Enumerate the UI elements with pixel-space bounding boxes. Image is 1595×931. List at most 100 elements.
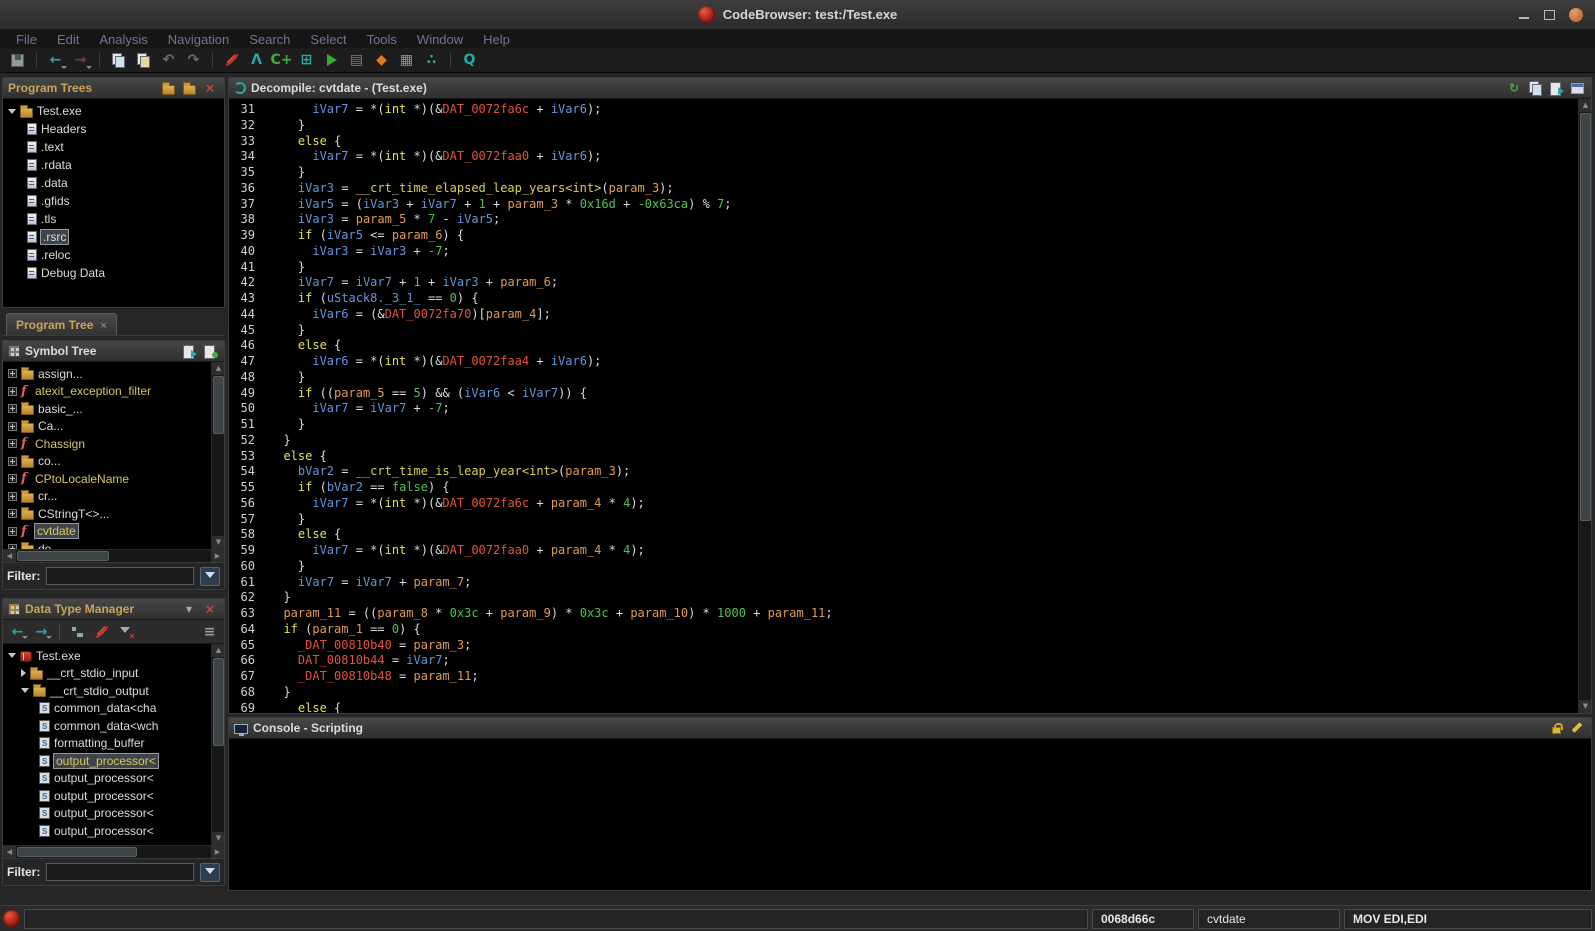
symbol-node[interactable]: assign... (3, 365, 224, 383)
scroll-right-icon[interactable] (211, 846, 224, 858)
snapshot-button[interactable] (1547, 80, 1565, 96)
tree-node[interactable]: Headers (3, 120, 224, 138)
lattice-button[interactable]: ⊞ (295, 50, 318, 71)
code-line[interactable]: 65 _DAT_00810b40 = param_3; (233, 638, 1577, 654)
scroll-up-icon[interactable] (212, 362, 224, 375)
tab-program-tree[interactable]: Program Tree (6, 313, 117, 335)
code-line[interactable]: 50 iVar7 = iVar7 + -7; (233, 401, 1577, 417)
code-line[interactable]: 48 } (233, 370, 1577, 386)
code-line[interactable]: 58 else { (233, 527, 1577, 543)
tree-node[interactable]: .gfids (3, 192, 224, 210)
search-cursor-button[interactable]: Q (458, 50, 481, 71)
console-output[interactable] (229, 739, 1591, 890)
code-line[interactable]: 52 } (233, 433, 1577, 449)
expander-icon[interactable] (8, 491, 17, 501)
code-line[interactable]: 51 } (233, 417, 1577, 433)
code-line[interactable]: 56 iVar7 = *(int *)(&DAT_0072fa6c + para… (233, 496, 1577, 512)
code-line[interactable]: 49 if ((param_5 == 5) && (iVar6 < iVar7)… (233, 386, 1577, 402)
tree-node[interactable]: .tls (3, 210, 224, 228)
decompile-vscrollbar[interactable] (1578, 99, 1591, 713)
expander-icon[interactable] (8, 474, 17, 484)
dtm-node[interactable]: formatting_buffer (3, 735, 224, 753)
menu-navigation[interactable]: Navigation (158, 32, 239, 47)
graph-button[interactable]: Λ (245, 50, 268, 71)
symbol-filter-input[interactable] (46, 567, 194, 585)
dtm-filter-clear-button[interactable] (115, 622, 136, 641)
code-line[interactable]: 47 iVar6 = *(int *)(&DAT_0072faa4 + iVar… (233, 354, 1577, 370)
code-line[interactable]: 41 } (233, 260, 1577, 276)
footprints-button[interactable]: ∴ (420, 50, 443, 71)
run-script-button[interactable] (320, 50, 343, 71)
expander-icon[interactable] (8, 509, 17, 519)
code-line[interactable]: 63 param_11 = ((param_8 * 0x3c + param_9… (233, 606, 1577, 622)
dtm-node-root[interactable]: Test.exe (3, 647, 224, 665)
scroll-thumb[interactable] (1580, 113, 1591, 521)
code-line[interactable]: 54 bVar2 = __crt_time_is_leap_year<int>(… (233, 464, 1577, 480)
scroll-right-icon[interactable] (211, 550, 224, 562)
symbol-node[interactable]: CStringT<>... (3, 505, 224, 523)
symbol-node[interactable]: Ca... (3, 418, 224, 436)
dtm-node[interactable]: output_processor< (3, 770, 224, 788)
code-line[interactable]: 62 } (233, 590, 1577, 606)
menu-tools[interactable]: Tools (357, 32, 407, 47)
dtm-node[interactable]: output_processor< (3, 805, 224, 823)
scroll-down-icon[interactable] (212, 832, 224, 845)
code-line[interactable]: 38 iVar3 = param_5 * 7 - iVar5; (233, 212, 1577, 228)
dtm-node[interactable]: output_processor< (3, 822, 224, 840)
redo-button[interactable]: ↷ (182, 50, 205, 71)
dtm-node[interactable]: __crt_stdio_input (3, 665, 224, 683)
dtm-node[interactable]: output_processor< (3, 752, 224, 770)
expander-icon[interactable] (8, 456, 17, 466)
paste-pages-button[interactable] (132, 50, 155, 71)
symbol-tree-hscrollbar[interactable] (3, 549, 224, 562)
symbol-node[interactable]: Chassign (3, 435, 224, 453)
sheet-arrow-button[interactable] (180, 343, 198, 359)
scroll-left-icon[interactable] (3, 846, 16, 858)
code-line[interactable]: 33 else { (233, 134, 1577, 150)
expander-icon[interactable] (8, 439, 17, 449)
code-line[interactable]: 57 } (233, 512, 1577, 528)
menu-analysis[interactable]: Analysis (89, 32, 157, 47)
tree-node[interactable]: .rdata (3, 156, 224, 174)
dtm-back-button[interactable]: ← (7, 622, 28, 641)
code-line[interactable]: 42 iVar7 = iVar7 + 1 + iVar3 + param_6; (233, 275, 1577, 291)
symbol-node[interactable]: CPtoLocaleName (3, 470, 224, 488)
symbol-tree-vscrollbar[interactable] (211, 362, 224, 549)
save-button[interactable] (6, 50, 29, 71)
code-line[interactable]: 35 } (233, 165, 1577, 181)
expander-icon[interactable] (21, 688, 29, 694)
close-button[interactable] (1569, 8, 1583, 22)
undo-button[interactable]: ↶ (157, 50, 180, 71)
back-arrow-button[interactable]: ← (44, 50, 67, 71)
menu-help[interactable]: Help (473, 32, 520, 47)
code-line[interactable]: 61 iVar7 = iVar7 + param_7; (233, 575, 1577, 591)
filter-options-icon[interactable] (200, 862, 220, 882)
scroll-thumb[interactable] (213, 658, 224, 746)
code-line[interactable]: 64 if (param_1 == 0) { (233, 622, 1577, 638)
code-line[interactable]: 45 } (233, 323, 1577, 339)
menu-window[interactable]: Window (407, 32, 473, 47)
code-line[interactable]: 53 else { (233, 449, 1577, 465)
detach-window-button[interactable] (1568, 80, 1586, 96)
code-line[interactable]: 31 iVar7 = *(int *)(&DAT_0072fa6c + iVar… (233, 102, 1577, 118)
dtm-vscrollbar[interactable] (211, 644, 224, 845)
symbol-node[interactable]: cvtdate (3, 523, 224, 541)
code-line[interactable]: 69 else { (233, 701, 1577, 714)
tree-node[interactable]: .rsrc (3, 228, 224, 246)
code-line[interactable]: 59 iVar7 = *(int *)(&DAT_0072faa0 + para… (233, 543, 1577, 559)
folder-open-button[interactable] (180, 80, 198, 96)
tree-node[interactable]: Debug Data (3, 264, 224, 282)
code-line[interactable]: 37 iVar5 = (iVar3 + iVar7 + 1 + param_3 … (233, 197, 1577, 213)
scroll-up-icon[interactable] (212, 644, 224, 657)
dtm-pencil-slash-button[interactable] (91, 622, 112, 641)
scroll-down-icon[interactable] (1579, 700, 1591, 713)
edit-pencil-button[interactable] (1568, 720, 1586, 736)
pencil-slash-button[interactable] (220, 50, 243, 71)
dtm-node[interactable]: common_data<cha (3, 700, 224, 718)
menu-file[interactable]: File (6, 32, 47, 47)
scroll-lock-button[interactable] (1547, 720, 1565, 736)
dtm-filter-input[interactable] (46, 863, 194, 881)
scroll-up-icon[interactable] (1579, 99, 1591, 112)
dtm-forward-button[interactable]: → (31, 622, 52, 641)
memory-book-button[interactable]: ▤ (345, 50, 368, 71)
